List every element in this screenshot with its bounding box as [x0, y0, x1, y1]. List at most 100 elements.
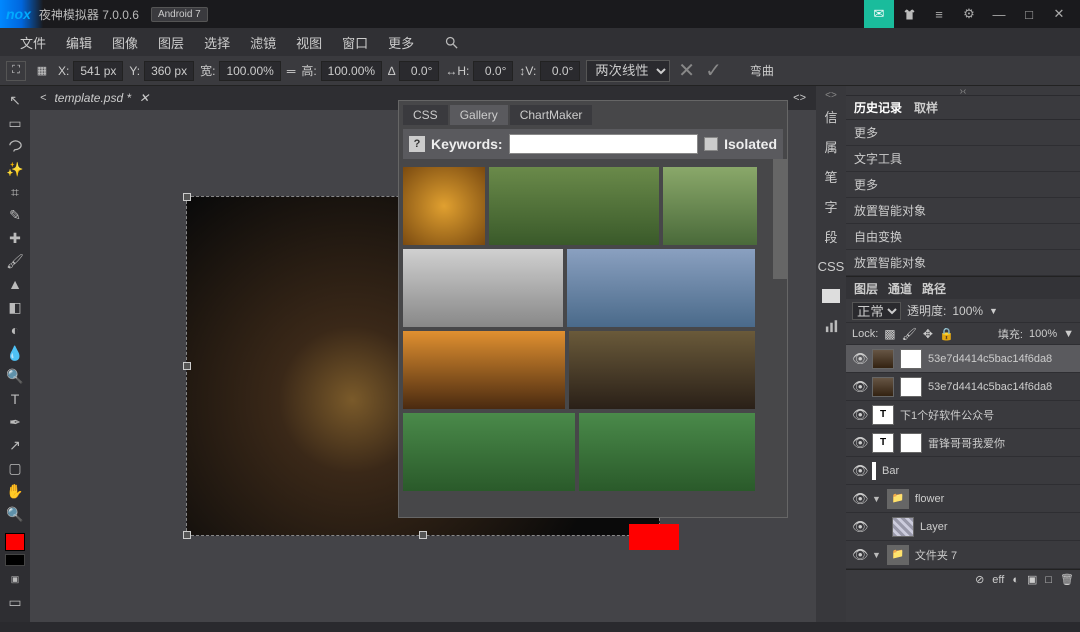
strip-glyph[interactable]: 字 [817, 192, 845, 220]
quickmask-icon[interactable]: ▣ [4, 569, 26, 589]
gallery-thumb[interactable] [579, 413, 755, 491]
history-item[interactable]: 放置智能对象 [846, 198, 1080, 224]
delete-layer-icon[interactable]: 🗑 [1060, 573, 1074, 586]
tab-history[interactable]: 历史记录 [854, 99, 902, 116]
layer-row[interactable]: 👁T雷锋哥哥我爱你 [846, 429, 1080, 457]
gallery-thumb[interactable] [403, 167, 485, 245]
heal-tool-icon[interactable]: ✚ [4, 228, 26, 248]
layer-row[interactable]: 👁53e7d4414c5bac14f6da8 [846, 345, 1080, 373]
eraser-tool-icon[interactable]: ◧ [4, 297, 26, 317]
bg-color-swatch[interactable] [5, 554, 25, 566]
strip-brush[interactable]: 笔 [817, 162, 845, 190]
blur-tool-icon[interactable]: 💧 [4, 343, 26, 363]
x-value[interactable]: 541 px [73, 61, 123, 81]
skew-h-value[interactable]: 0.0° [473, 61, 513, 81]
history-item[interactable]: 更多 [846, 120, 1080, 146]
menu-window[interactable]: 窗口 [332, 28, 378, 56]
menu-image[interactable]: 图像 [102, 28, 148, 56]
angle-value[interactable]: 0.0° [399, 61, 439, 81]
maximize-button[interactable]: □ [1014, 0, 1044, 28]
path-tool-icon[interactable]: ↗ [4, 435, 26, 455]
tab-paths[interactable]: 路径 [922, 280, 946, 297]
expand-arrow-icon[interactable]: ▼ [872, 494, 881, 504]
search-icon[interactable] [434, 28, 469, 56]
fx-icon[interactable]: eff [992, 574, 1004, 586]
document-tab-name[interactable]: template.psd * [54, 91, 131, 105]
visibility-icon[interactable]: 👁 [852, 491, 866, 507]
tab-css[interactable]: CSS [403, 105, 448, 125]
transform-handle[interactable] [183, 193, 191, 201]
h-value[interactable]: 100.00% [321, 61, 382, 81]
menu-view[interactable]: 视图 [286, 28, 332, 56]
gallery-thumb[interactable] [569, 331, 755, 409]
link-layers-icon[interactable]: ⊘ [975, 573, 984, 586]
shirt-icon[interactable] [894, 0, 924, 28]
transform-handle[interactable] [419, 531, 427, 539]
panel-overflow-icon[interactable]: ›‹ [846, 86, 1080, 96]
transform-tool-icon[interactable]: ⛶ [6, 61, 26, 81]
strip-props[interactable]: 属 [817, 132, 845, 160]
lock-position-icon[interactable]: ✥ [923, 327, 933, 341]
mask-icon[interactable]: ◐ [1012, 574, 1019, 586]
panel-overflow-icon[interactable]: <> [817, 90, 845, 100]
adjustment-icon[interactable]: ▣ [1027, 573, 1037, 586]
opacity-dropdown-icon[interactable]: ▼ [989, 306, 998, 316]
zoom-tool-icon[interactable]: 🔍 [4, 504, 26, 524]
strip-chart-icon[interactable] [817, 312, 845, 340]
menu-more[interactable]: 更多 [378, 28, 424, 56]
menu-file[interactable]: 文件 [10, 28, 56, 56]
warp-mode[interactable]: 弯曲 [750, 62, 774, 79]
layer-row[interactable]: 👁T下1个好软件公众号 [846, 401, 1080, 429]
keywords-input[interactable] [509, 134, 699, 154]
history-item[interactable]: 更多 [846, 172, 1080, 198]
transform-handle[interactable] [183, 362, 191, 370]
wand-tool-icon[interactable]: ✨ [4, 159, 26, 179]
menu-icon[interactable]: ≡ [924, 0, 954, 28]
lasso-tool-icon[interactable] [4, 136, 26, 156]
strip-image-icon[interactable] [817, 282, 845, 310]
stamp-tool-icon[interactable]: ▲ [4, 274, 26, 294]
y-value[interactable]: 360 px [144, 61, 194, 81]
strip-info[interactable]: 信 [817, 102, 845, 130]
strip-css[interactable]: CSS [817, 252, 845, 280]
anchor-point-icon[interactable]: ▦ [32, 61, 52, 81]
link-wh-icon[interactable]: ═ [287, 64, 296, 78]
marquee-tool-icon[interactable]: ▭ [4, 113, 26, 133]
close-button[interactable]: ✕ [1044, 0, 1074, 28]
help-icon[interactable]: ? [409, 136, 425, 152]
screenmode-icon[interactable]: ▭ [4, 592, 26, 612]
new-layer-icon[interactable]: □ [1045, 574, 1052, 586]
messages-icon[interactable]: ✉ [864, 0, 894, 28]
shape-tool-icon[interactable]: ▢ [4, 458, 26, 478]
lock-pixels-icon[interactable]: ▩ [884, 327, 895, 341]
commit-transform-icon[interactable]: ✓ [705, 58, 722, 83]
interpolation-select[interactable]: 两次线性 [586, 60, 670, 82]
visibility-icon[interactable]: 👁 [852, 379, 866, 395]
eyedropper-tool-icon[interactable]: ✎ [4, 205, 26, 225]
lock-brush-icon[interactable]: 🖌 [902, 327, 917, 341]
minimize-button[interactable]: — [984, 0, 1014, 28]
visibility-icon[interactable]: 👁 [852, 463, 866, 479]
history-item[interactable]: 放置智能对象 [846, 250, 1080, 276]
menu-layer[interactable]: 图层 [148, 28, 194, 56]
fg-color-swatch[interactable] [5, 533, 25, 551]
lock-all-icon[interactable]: 🔒 [939, 327, 954, 341]
layer-row[interactable]: 👁▼📁flower [846, 485, 1080, 513]
opacity-value[interactable]: 100% [952, 304, 983, 318]
crop-tool-icon[interactable]: ⌗ [4, 182, 26, 202]
tab-gallery[interactable]: Gallery [450, 105, 508, 125]
fill-dropdown-icon[interactable]: ▼ [1063, 328, 1074, 340]
move-tool-icon[interactable]: ↖ [4, 90, 26, 110]
text-tool-icon[interactable]: T [4, 389, 26, 409]
fill-value[interactable]: 100% [1029, 328, 1057, 340]
gallery-thumb[interactable] [663, 167, 757, 245]
cancel-transform-icon[interactable]: ✕ [678, 58, 695, 83]
visibility-icon[interactable]: 👁 [852, 435, 866, 451]
menu-edit[interactable]: 编辑 [56, 28, 102, 56]
tab-layers[interactable]: 图层 [854, 280, 878, 297]
tab-prev-icon[interactable]: < [40, 92, 46, 104]
blend-mode-select[interactable]: 正常 [852, 302, 901, 320]
visibility-icon[interactable]: 👁 [852, 351, 866, 367]
transform-handle[interactable] [183, 531, 191, 539]
skew-v-value[interactable]: 0.0° [540, 61, 580, 81]
